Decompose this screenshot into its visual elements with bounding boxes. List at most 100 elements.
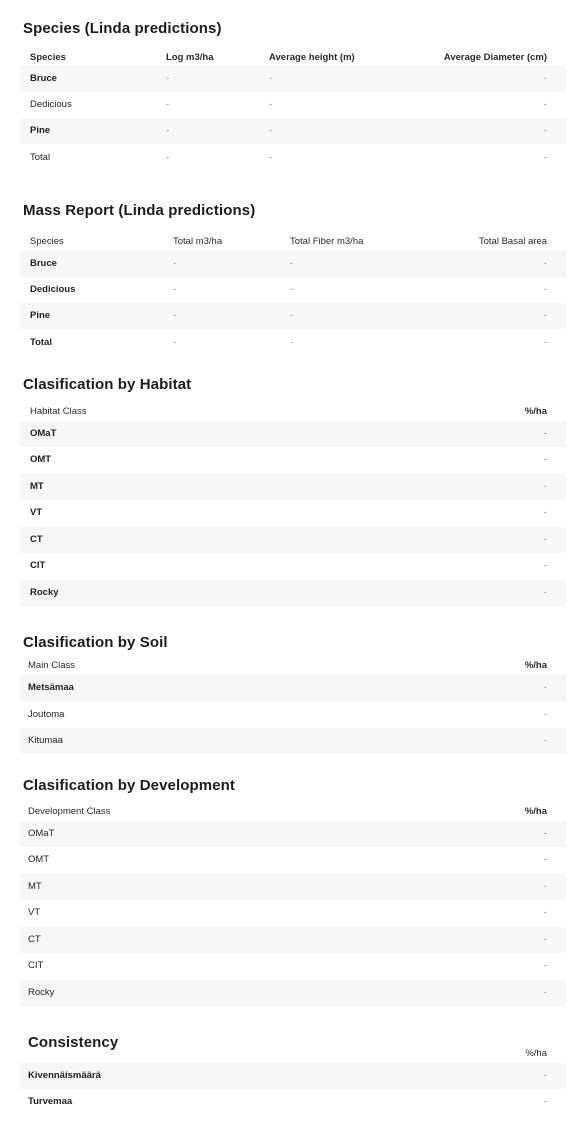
species-col-log: Log m3/ha — [166, 52, 214, 63]
row-label: Dedicious — [30, 284, 76, 295]
mass-col-fiber: Total Fiber m3/ha — [290, 236, 364, 247]
habitat-title: Clasification by Habitat — [23, 376, 192, 393]
row-value: - — [543, 258, 547, 269]
table-row: Dedicious - - - — [20, 92, 566, 118]
row-value: - — [543, 284, 547, 295]
row-label: Turvemaa — [28, 1096, 73, 1107]
row-value: - — [543, 1070, 547, 1081]
row-label: OMaT — [28, 828, 55, 839]
row-value: - — [269, 99, 273, 110]
row-value: - — [269, 152, 273, 163]
row-label: Bruce — [30, 73, 57, 84]
table-row: Bruce - - - — [20, 251, 566, 277]
row-value: - — [543, 881, 547, 892]
row-label: Joutoma — [28, 709, 65, 720]
row-label: Metsämaa — [28, 682, 74, 693]
row-value: - — [543, 735, 547, 746]
table-row: Pine - - - — [20, 118, 566, 144]
row-value: - — [290, 310, 294, 321]
row-value: - — [290, 284, 294, 295]
row-value: - — [543, 560, 547, 571]
row-label: MT — [30, 481, 44, 492]
table-row: OMT - — [20, 847, 566, 873]
mass-col-total: Total m3/ha — [173, 236, 223, 247]
development-col-percent: %/ha — [524, 806, 547, 817]
table-row: Joutoma - — [20, 702, 566, 728]
row-value: - — [543, 987, 547, 998]
row-value: - — [543, 337, 547, 348]
species-title: Species (Linda predictions) — [23, 20, 222, 37]
row-value: - — [173, 284, 177, 295]
row-value: - — [543, 534, 547, 545]
row-value: - — [543, 507, 547, 518]
row-value: - — [543, 310, 547, 321]
table-row: Dedicious - - - — [20, 277, 566, 303]
row-value: - — [166, 73, 170, 84]
table-row: OMT - — [20, 447, 566, 473]
table-row: Kivennäismäärä - — [20, 1063, 566, 1089]
table-row: Pine - - - — [20, 303, 566, 329]
row-value: - — [166, 125, 170, 136]
row-value: - — [543, 934, 547, 945]
table-row: CIT - — [20, 953, 566, 979]
row-value: - — [173, 337, 177, 348]
row-label: Dedicious — [30, 99, 72, 110]
mass-report-title: Mass Report (Linda predictions) — [23, 202, 256, 219]
table-row: Bruce - - - — [20, 66, 566, 92]
row-label: CIT — [28, 960, 44, 971]
mass-col-basal: Total Basal area — [478, 236, 547, 247]
row-value: - — [290, 337, 294, 348]
row-label: OMT — [28, 854, 50, 865]
soil-col-class: Main Class — [28, 660, 75, 671]
row-label: VT — [30, 507, 43, 518]
row-value: - — [543, 960, 547, 971]
table-row: Metsämaa - — [20, 675, 566, 701]
species-col-species: Species — [30, 52, 66, 63]
table-row: VT - — [20, 500, 566, 526]
row-value: - — [543, 709, 547, 720]
table-row: MT - — [20, 874, 566, 900]
row-value: - — [543, 428, 547, 439]
table-row: Turvemaa - — [20, 1089, 566, 1115]
row-value: - — [543, 828, 547, 839]
soil-col-percent: %/ha — [524, 660, 547, 671]
development-col-class: Development Class — [28, 806, 111, 817]
row-value: - — [166, 152, 170, 163]
row-label: CT — [30, 534, 43, 545]
row-label: CIT — [30, 560, 46, 571]
development-title: Clasification by Development — [23, 777, 236, 794]
row-label: Pine — [30, 125, 51, 136]
row-value: - — [543, 152, 547, 163]
row-value: - — [543, 73, 547, 84]
table-row: Rocky - — [20, 580, 566, 606]
soil-title: Clasification by Soil — [23, 634, 168, 651]
row-value: - — [543, 454, 547, 465]
row-value: - — [543, 481, 547, 492]
row-label: Kitumaa — [28, 735, 63, 746]
table-row: Total - - - — [20, 330, 566, 356]
row-label: Pine — [30, 310, 51, 321]
row-value: - — [543, 99, 547, 110]
row-value: - — [166, 99, 170, 110]
table-row: CT - — [20, 527, 566, 553]
row-label: Rocky — [30, 587, 59, 598]
row-label: CT — [28, 934, 41, 945]
table-row: CIT - — [20, 553, 566, 579]
row-value: - — [543, 1096, 547, 1107]
row-label: Bruce — [30, 258, 57, 269]
table-row: MT - — [20, 474, 566, 500]
row-label: Total — [30, 152, 51, 163]
row-value: - — [543, 854, 547, 865]
table-row: CT - — [20, 927, 566, 953]
table-row: Total - - - — [20, 145, 566, 171]
row-value: - — [543, 907, 547, 918]
table-row: OMaT - — [20, 821, 566, 847]
row-value: - — [173, 310, 177, 321]
row-label: Total — [30, 337, 52, 348]
row-label: VT — [28, 907, 41, 918]
row-value: - — [290, 258, 294, 269]
row-value: - — [543, 682, 547, 693]
habitat-col-percent: %/ha — [524, 406, 547, 417]
table-row: OMaT - — [20, 421, 566, 447]
row-label: Rocky — [28, 987, 55, 998]
